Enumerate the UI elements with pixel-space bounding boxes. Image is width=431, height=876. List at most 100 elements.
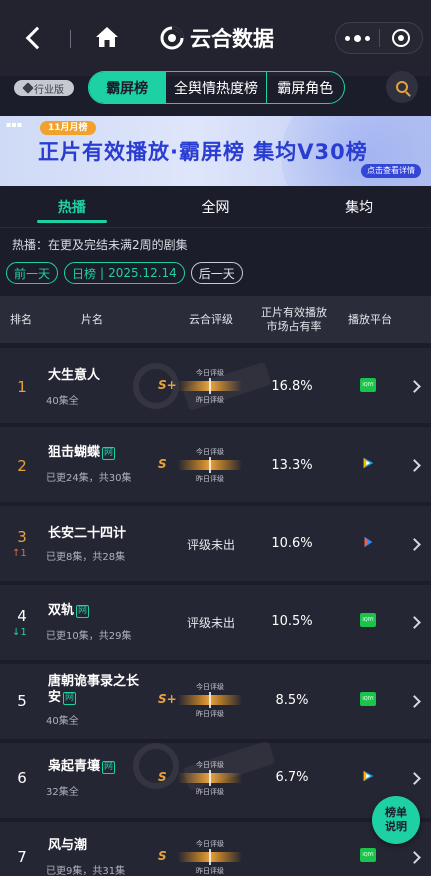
episode-info: 40集全 [46,716,79,727]
grade-gauge: 今日评级 昨日评级 [178,682,242,718]
header-rank: 排名 [10,312,32,326]
app-title: 云合数据 [160,22,274,54]
industry-badge-label: 行业版 [34,84,64,96]
rank-number: 5 [17,692,27,710]
table-row[interactable]: 2 狙击蝴蝶网 已更24集，共30集 S 今日评级 昨日评级 13.3% [0,427,431,502]
drama-title: 风与潮 [48,838,88,853]
header-title: 片名 [81,312,103,326]
network-tag: 网 [102,761,116,774]
rank-change-down: ↓1 [12,627,27,638]
episode-info: 已更8集，共28集 [46,552,126,563]
diamond-icon [22,82,34,94]
daily-label: 日榜 [72,266,97,281]
gauge-yesterday-label: 昨日评级 [196,475,224,483]
target-icon[interactable] [380,23,422,53]
guide-line1: 榜单 [385,806,407,819]
gauge-today-label: 今日评级 [196,840,224,848]
back-arrow-icon[interactable] [20,24,48,52]
tab-public-opinion[interactable]: 全舆情热度榜 [166,72,267,103]
episode-info: 已更24集，共30集 [46,473,132,484]
tab-hot[interactable]: 热播 [0,186,144,227]
grade-value: S+ [158,692,177,706]
scope-tabs: 热播 全网 集均 [0,186,431,228]
ranking-tabs: 霸屏榜 全舆情热度榜 霸屏角色 [88,71,345,104]
banner-month-tag: 11月月榜 [40,121,96,135]
banner-headline: 正片有效播放·霸屏榜 集均V30榜 [38,140,368,164]
chevron-right-icon[interactable] [410,852,420,862]
divider [70,30,71,48]
next-day-button[interactable]: 后一天 [190,262,243,284]
banner-dots-icon: ▪▪▪ [6,120,23,129]
search-icon [396,81,408,93]
gauge-today-label: 今日评级 [196,683,224,691]
rank-number: 1 [17,378,27,396]
yunhe-logo-icon [160,26,184,50]
drama-title: 狙击蝴蝶网 [48,445,116,460]
ranking-description: 热播：在更及完结未满2周的剧集 [12,238,188,252]
iqiyi-icon [360,848,376,862]
grade-pending: 评级未出 [186,616,235,630]
youku-icon [364,536,373,548]
tencent-video-icon [363,457,374,469]
tab-bapingbang[interactable]: 霸屏榜 [89,72,167,103]
search-button[interactable] [386,71,418,103]
header-share-line2: 市场占有率 [266,319,322,333]
tab-per-episode[interactable]: 集均 [287,186,431,227]
chevron-right-icon[interactable] [410,381,420,391]
iqiyi-icon [360,378,376,392]
rank-change-value: 1 [20,627,27,638]
ranking-guide-button[interactable]: 榜单 说明 [372,796,420,844]
watermark-logo-icon [133,362,271,410]
mini-program-capsule [335,22,423,54]
chevron-right-icon[interactable] [410,696,420,706]
prev-day-button[interactable]: 前一天 [6,262,59,284]
rank-number: 7 [17,848,27,866]
date-picker[interactable]: 日榜 | 2025.12.14 [64,262,185,284]
rank-change-value: 1 [20,548,27,559]
grade-gauge: 今日评级 昨日评级 [178,839,242,875]
network-tag: 网 [63,692,77,705]
episode-info: 32集全 [46,787,79,798]
promo-banner[interactable]: ▪▪▪ 11月月榜 正片有效播放·霸屏榜 集均V30榜 点击查看详情 [0,116,431,186]
banner-detail-link[interactable]: 点击查看详情 [361,164,421,178]
market-share: 13.3% [271,458,313,473]
home-icon[interactable] [94,24,120,50]
gauge-today-label: 今日评级 [196,448,224,456]
current-date: 2025.12.14 [108,266,177,280]
rank-number: 3 [17,528,27,546]
iqiyi-icon [360,613,376,627]
iqiyi-icon [360,692,376,706]
rank-change-up: ↑1 [12,548,27,559]
tab-baping-roles[interactable]: 霸屏角色 [267,72,344,103]
ranking-tab-row: 行业版 霸屏榜 全舆情热度榜 霸屏角色 [0,71,431,110]
gauge-marker [209,457,211,473]
episode-info: 已更10集，共29集 [46,631,132,642]
chevron-right-icon[interactable] [410,773,420,783]
drama-title: 双轨网 [48,603,90,618]
tab-all-network[interactable]: 全网 [144,186,288,227]
table-row[interactable]: 3 ↑1 长安二十四计 已更8集，共28集 评级未出 10.6% [0,506,431,581]
table-row[interactable]: 7 风与潮 已更9集，共31集 S 今日评级 昨日评级 [0,822,431,876]
episode-info: 40集全 [46,396,79,407]
app-name: 云合数据 [190,27,274,51]
grade-gauge: 今日评级 昨日评级 [178,447,242,483]
chevron-right-icon[interactable] [410,617,420,627]
rank-number: 4 [17,607,27,625]
market-share: 8.5% [275,693,309,708]
industry-badge[interactable]: 行业版 [14,80,74,96]
rank-number: 6 [17,769,27,787]
header-platform: 播放平台 [348,312,392,326]
date-selector: 前一天 日榜 | 2025.12.14 后一天 [6,262,243,284]
chevron-right-icon[interactable] [410,539,420,549]
network-tag: 网 [76,605,90,618]
gauge-yesterday-label: 昨日评级 [196,867,224,875]
watermark-logo-icon [133,741,275,790]
episode-info: 已更9集，共31集 [46,866,126,876]
market-share: 10.5% [271,614,313,629]
more-dots-icon[interactable] [336,23,379,53]
gauge-marker [209,692,211,708]
date-separator: | [100,266,105,280]
table-row[interactable]: 4 ↓1 双轨网 已更10集，共29集 评级未出 10.5% [0,585,431,660]
drama-title: 长安二十四计 [48,526,127,541]
chevron-right-icon[interactable] [410,460,420,470]
